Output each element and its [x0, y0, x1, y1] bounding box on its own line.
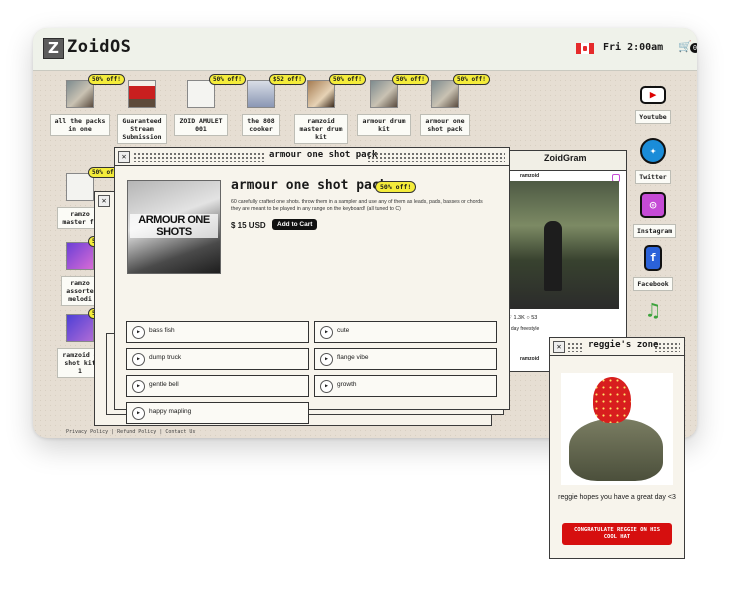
- app-name: ZoidOS: [67, 37, 132, 57]
- title-bar-pattern: [654, 342, 680, 352]
- desktop-icon-label: ZOID AMULET 001: [174, 114, 228, 136]
- post-username[interactable]: ramzoid: [520, 173, 539, 179]
- facebook-icon: f: [644, 245, 662, 271]
- close-icon[interactable]: ✕: [118, 151, 130, 163]
- sample-flange-vibe[interactable]: ▶ flange vibe: [314, 348, 497, 370]
- play-icon[interactable]: ▶: [320, 326, 333, 339]
- post-photo[interactable]: [504, 181, 619, 309]
- sample-happy-mapling[interactable]: ▶ happy mapling: [126, 402, 309, 424]
- play-icon[interactable]: ▶: [132, 326, 145, 339]
- music-note-icon: ♫: [646, 298, 660, 322]
- desktop-icon-label: ramzoid master drum kit: [294, 114, 348, 144]
- photo-person: [544, 221, 562, 291]
- desktop-icon-zoid-amulet[interactable]: 50% off! ZOID AMULET 001: [170, 74, 246, 136]
- play-icon[interactable]: ▶: [132, 407, 145, 420]
- desktop-icon-label: the 808 cooker: [242, 114, 280, 136]
- shortcut-label: Instagram: [633, 224, 677, 238]
- next-post-username[interactable]: ramzoid: [520, 356, 539, 362]
- sample-name: happy mapling: [149, 408, 192, 415]
- desktop-icon-stream-submission[interactable]: Guaranteed Stream Submission: [111, 80, 173, 144]
- sample-name: bass fish: [149, 327, 175, 334]
- sample-growth[interactable]: ▶ growth: [314, 375, 497, 397]
- product-title: armour one shot pack: [231, 178, 388, 193]
- frog-body: [569, 419, 663, 481]
- desktop-icon-all-packs[interactable]: 50% off! all the packs in one: [49, 74, 125, 136]
- post-likes: ♡ 1.3K ○ 53: [507, 315, 538, 321]
- desktop-icon-armour-one-shot[interactable]: 50% off! armour one shot pack: [414, 74, 490, 136]
- sample-name: growth: [337, 381, 357, 388]
- product-cover-image: ARMOUR ONE SHOTS: [127, 180, 221, 274]
- product-price: $ 15 USD: [231, 221, 266, 230]
- desktop-icon-label: armour drum kit: [357, 114, 411, 136]
- shortcut-label: Twitter: [635, 170, 671, 184]
- post-caption: y day freestyle: [507, 326, 540, 332]
- play-icon[interactable]: ▶: [132, 353, 145, 366]
- comments-count: 53: [531, 315, 538, 321]
- sample-gentle-bell[interactable]: ▶ gentle bell: [126, 375, 309, 397]
- sample-name: gentle bell: [149, 381, 179, 388]
- music-shortcut[interactable]: ♫: [633, 299, 673, 321]
- reggie-message: reggie hopes you have a great day <3: [558, 494, 676, 501]
- cover-text: ARMOUR ONE SHOTS: [130, 214, 218, 238]
- desktop-icon-808-cooker[interactable]: $52 off! the 808 cooker: [230, 74, 306, 136]
- reggie-frog-image: [561, 373, 673, 485]
- twitter-shortcut[interactable]: ✦ Twitter: [633, 138, 673, 184]
- shortcut-label: Facebook: [633, 277, 673, 291]
- add-to-cart-button[interactable]: Add to Cart: [272, 219, 318, 230]
- congratulate-reggie-button[interactable]: CONGRATULATE REGGIE ON HIS COOL HAT: [562, 523, 672, 545]
- desktop-icon-label: Guaranteed Stream Submission: [117, 114, 167, 144]
- title-bar-pattern: [133, 152, 265, 162]
- window-title: armour one shot pack: [265, 150, 382, 160]
- sample-name: cute: [337, 327, 350, 334]
- sample-name: flange vibe: [337, 354, 369, 361]
- play-icon[interactable]: ▶: [320, 380, 333, 393]
- twitter-icon: ✦: [640, 138, 666, 164]
- sample-dump-truck[interactable]: ▶ dump truck: [126, 348, 309, 370]
- instagram-icon: ◎: [640, 192, 666, 218]
- reggie-window[interactable]: ✕ reggie's zone reggie hopes you have a …: [549, 337, 685, 559]
- window-title: reggie's zone: [584, 340, 663, 350]
- clock: Fri 2:00am: [603, 42, 664, 53]
- play-icon[interactable]: ▶: [132, 380, 145, 393]
- sample-bass-fish[interactable]: ▶ bass fish: [126, 321, 309, 343]
- desktop-icon-master-drum-kit[interactable]: 50% off! ramzoid master drum kit: [290, 74, 366, 144]
- youtube-icon: ▶: [640, 86, 666, 104]
- product-window[interactable]: ✕ armour one shot pack ARMOUR ONE SHOTS …: [114, 147, 510, 424]
- discount-badge: 50% off!: [453, 74, 490, 85]
- pack-thumbnail: [128, 80, 156, 108]
- desktop-icon-armour-drum-kit[interactable]: 50% off! armour drum kit: [353, 74, 429, 136]
- strawberry-hat: [593, 377, 631, 423]
- zoidgram-title-bar[interactable]: ZoidGram: [502, 151, 626, 171]
- product-description: 60 carefully crafted one shots. throw th…: [231, 199, 483, 212]
- product-title-bar[interactable]: ✕ armour one shot pack: [115, 148, 509, 166]
- shortcut-label: Youtube: [635, 110, 671, 124]
- sample-cute[interactable]: ▶ cute: [314, 321, 497, 343]
- desktop-icon-label: all the packs in one: [49, 114, 111, 136]
- sample-name: dump truck: [149, 354, 182, 361]
- top-bar: Z ZoidOS Fri 2:00am 🛒 0: [33, 28, 697, 71]
- zoidos-logo-icon: Z: [43, 38, 64, 59]
- facebook-shortcut[interactable]: f Facebook: [633, 245, 673, 291]
- title-bar-pattern: [367, 152, 505, 162]
- likes-count: 1.3K: [513, 315, 525, 321]
- canada-flag-icon: [576, 43, 594, 54]
- close-icon[interactable]: ✕: [98, 195, 110, 207]
- instagram-shortcut[interactable]: ◎ Instagram: [633, 192, 677, 238]
- close-icon[interactable]: ✕: [553, 341, 565, 353]
- reggie-title-bar[interactable]: ✕ reggie's zone: [550, 338, 684, 356]
- desktop-icon-label: armour one shot pack: [420, 114, 470, 136]
- footer-links[interactable]: Privacy Policy | Refund Policy | Contact…: [66, 429, 195, 435]
- cart-count: 0: [690, 43, 697, 53]
- play-icon[interactable]: ▶: [320, 353, 333, 366]
- title-bar-pattern: [567, 342, 583, 352]
- zoidgram-title: ZoidGram: [544, 153, 587, 163]
- discount-badge: 50% off!: [375, 181, 417, 193]
- youtube-shortcut[interactable]: ▶ Youtube: [633, 86, 673, 124]
